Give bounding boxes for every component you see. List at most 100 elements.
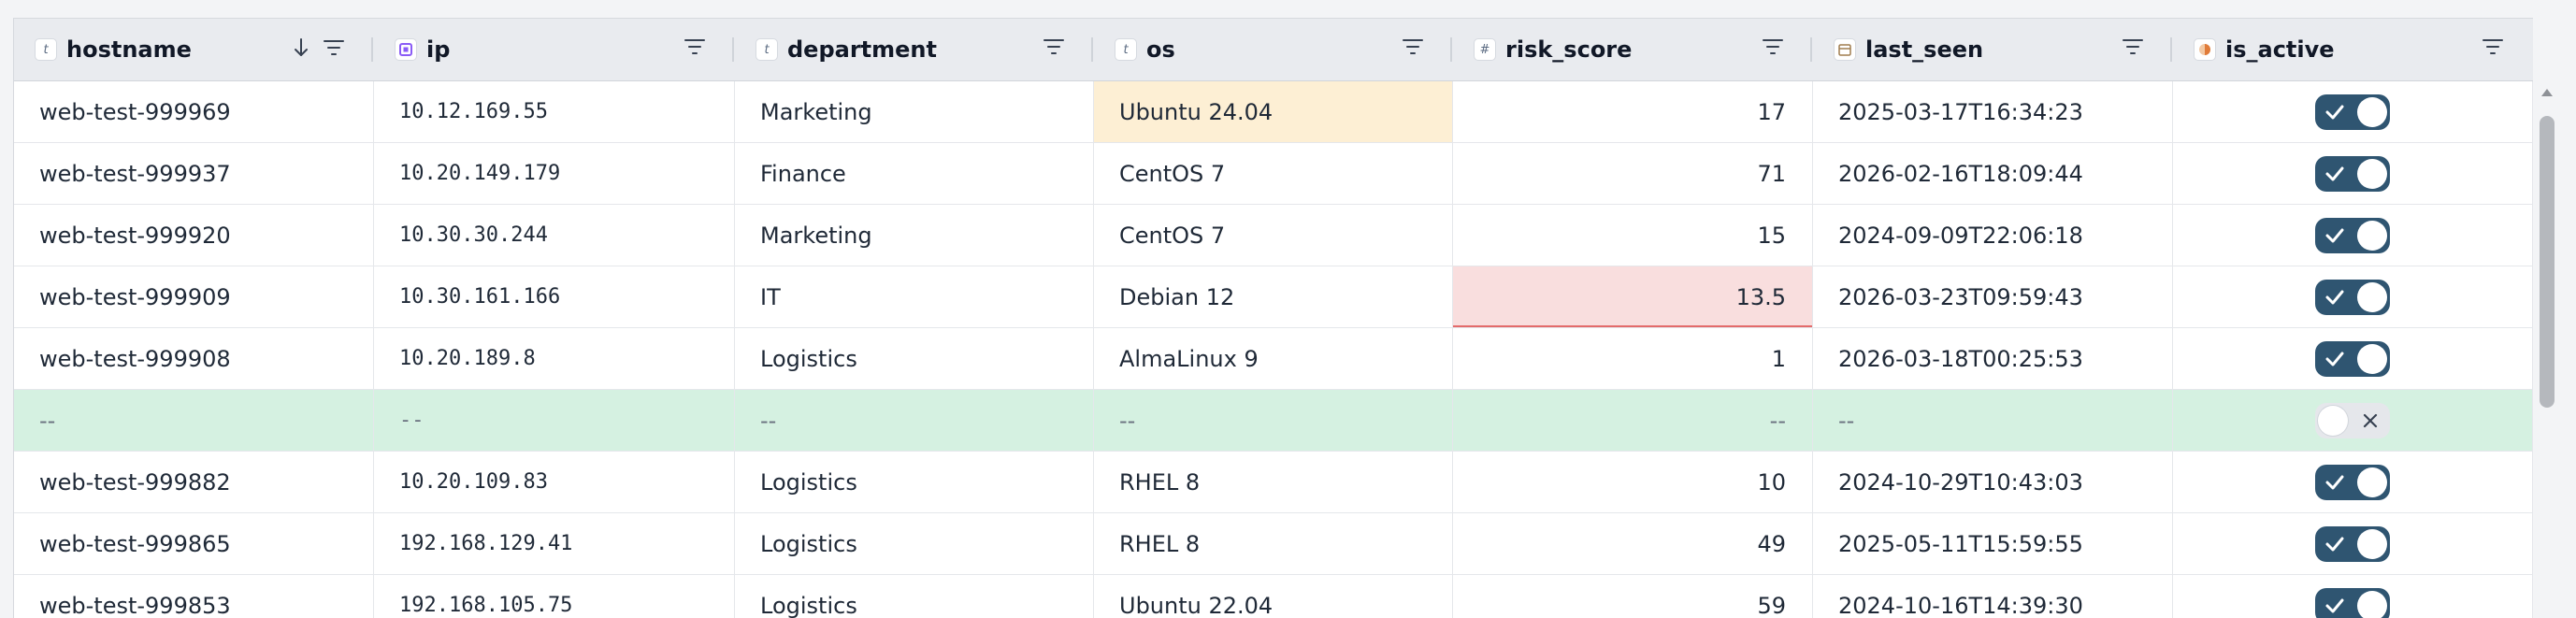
active-toggle-on[interactable] [2315,94,2390,130]
cell-last-seen[interactable]: 2024-09-09T22:06:18 [1813,205,2173,266]
column-resize-handle[interactable] [2170,37,2172,62]
cell-is-active[interactable] [2173,575,2533,618]
active-toggle-on[interactable] [2315,465,2390,500]
cell-department[interactable]: Marketing [735,205,1094,266]
cell-risk-score[interactable]: 71 [1453,143,1813,204]
cell-os[interactable]: RHEL 8 [1094,452,1453,512]
active-toggle-on[interactable] [2315,341,2390,377]
column-header-is-active[interactable]: is_active [2173,19,2533,80]
cell-ip[interactable]: 10.20.109.83 [374,452,735,512]
column-header-ip[interactable]: ip [374,19,735,80]
cell-ip[interactable]: 192.168.105.75 [374,575,735,618]
cell-hostname[interactable]: web-test-999937 [14,143,374,204]
cell-last-seen[interactable]: -- [1813,390,2173,451]
active-toggle-on[interactable] [2315,156,2390,192]
cell-ip[interactable]: 10.30.30.244 [374,205,735,266]
cell-risk-score[interactable]: 1 [1453,328,1813,389]
cell-risk-score[interactable]: 17 [1453,81,1813,142]
table-row[interactable]: web-test-99993710.20.149.179FinanceCentO… [14,143,2533,205]
cell-os[interactable]: Ubuntu 24.04 [1094,81,1453,142]
cell-department[interactable]: Logistics [735,513,1094,574]
cell-ip[interactable]: 10.12.169.55 [374,81,735,142]
cell-hostname[interactable]: web-test-999882 [14,452,374,512]
cell-hostname[interactable]: web-test-999908 [14,328,374,389]
cell-os[interactable]: AlmaLinux 9 [1094,328,1453,389]
cell-last-seen[interactable]: 2025-03-17T16:34:23 [1813,81,2173,142]
active-toggle-on[interactable] [2315,280,2390,315]
cell-hostname[interactable]: -- [14,390,374,451]
filter-icon[interactable] [1043,37,1065,56]
cell-last-seen[interactable]: 2025-05-11T15:59:55 [1813,513,2173,574]
cell-department[interactable]: Marketing [735,81,1094,142]
column-resize-handle[interactable] [1810,37,1812,62]
column-resize-handle[interactable] [1091,37,1093,62]
cell-risk-score[interactable]: 13.5 [1453,266,1813,327]
table-row[interactable]: web-test-999865192.168.129.41LogisticsRH… [14,513,2533,575]
cell-ip[interactable]: 192.168.129.41 [374,513,735,574]
cell-risk-score[interactable]: -- [1453,390,1813,451]
cell-os[interactable]: Ubuntu 22.04 [1094,575,1453,618]
cell-is-active[interactable] [2173,452,2533,512]
vertical-scrollbar[interactable] [2536,82,2558,617]
cell-os[interactable]: Debian 12 [1094,266,1453,327]
cell-hostname[interactable]: web-test-999920 [14,205,374,266]
active-toggle-on[interactable] [2315,218,2390,253]
scroll-up-arrow-icon[interactable] [2540,88,2554,97]
active-toggle-on[interactable] [2315,588,2390,618]
cell-risk-score[interactable]: 49 [1453,513,1813,574]
cell-hostname[interactable]: web-test-999865 [14,513,374,574]
cell-last-seen[interactable]: 2026-02-16T18:09:44 [1813,143,2173,204]
cell-is-active[interactable] [2173,328,2533,389]
column-header-risk-score[interactable]: #risk_score [1453,19,1813,80]
scrollbar-thumb[interactable] [2540,116,2554,408]
cell-last-seen[interactable]: 2024-10-16T14:39:30 [1813,575,2173,618]
cell-last-seen[interactable]: 2026-03-23T09:59:43 [1813,266,2173,327]
cell-hostname[interactable]: web-test-999969 [14,81,374,142]
column-header-os[interactable]: tos [1094,19,1453,80]
table-row[interactable]: web-test-99990810.20.189.8LogisticsAlmaL… [14,328,2533,390]
table-row[interactable]: web-test-99996910.12.169.55MarketingUbun… [14,81,2533,143]
table-row[interactable]: web-test-99988210.20.109.83LogisticsRHEL… [14,452,2533,513]
cell-ip[interactable]: 10.20.149.179 [374,143,735,204]
cell-department[interactable]: Finance [735,143,1094,204]
active-toggle-off[interactable] [2315,403,2390,438]
cell-hostname[interactable]: web-test-999853 [14,575,374,618]
table-row[interactable]: web-test-99992010.30.30.244MarketingCent… [14,205,2533,266]
cell-department[interactable]: IT [735,266,1094,327]
table-row[interactable]: web-test-99990910.30.161.166ITDebian 121… [14,266,2533,328]
cell-risk-score[interactable]: 10 [1453,452,1813,512]
cell-is-active[interactable] [2173,513,2533,574]
column-resize-handle[interactable] [1450,37,1452,62]
cell-last-seen[interactable]: 2024-10-29T10:43:03 [1813,452,2173,512]
cell-ip[interactable]: 10.20.189.8 [374,328,735,389]
column-resize-handle[interactable] [371,37,373,62]
column-header-hostname[interactable]: thostname [14,19,374,80]
cell-is-active[interactable] [2173,266,2533,327]
cell-risk-score[interactable]: 15 [1453,205,1813,266]
filter-icon[interactable] [1402,37,1424,56]
filter-icon[interactable] [2122,37,2144,56]
filter-icon[interactable] [684,37,706,56]
table-row-new[interactable]: ------------ [14,390,2533,452]
filter-icon[interactable] [323,38,345,57]
cell-os[interactable]: CentOS 7 [1094,205,1453,266]
cell-os[interactable]: RHEL 8 [1094,513,1453,574]
cell-is-active[interactable] [2173,390,2533,451]
active-toggle-on[interactable] [2315,526,2390,562]
cell-hostname[interactable]: web-test-999909 [14,266,374,327]
cell-department[interactable]: Logistics [735,575,1094,618]
cell-department[interactable]: -- [735,390,1094,451]
cell-department[interactable]: Logistics [735,328,1094,389]
column-header-department[interactable]: tdepartment [735,19,1094,80]
sort-descending-icon[interactable] [293,37,309,58]
table-row[interactable]: web-test-999853192.168.105.75LogisticsUb… [14,575,2533,618]
filter-icon[interactable] [1762,37,1784,56]
cell-is-active[interactable] [2173,143,2533,204]
cell-ip[interactable]: -- [374,390,735,451]
cell-department[interactable]: Logistics [735,452,1094,512]
cell-last-seen[interactable]: 2026-03-18T00:25:53 [1813,328,2173,389]
cell-ip[interactable]: 10.30.161.166 [374,266,735,327]
column-resize-handle[interactable] [732,37,734,62]
cell-risk-score[interactable]: 59 [1453,575,1813,618]
filter-icon[interactable] [2482,37,2504,56]
